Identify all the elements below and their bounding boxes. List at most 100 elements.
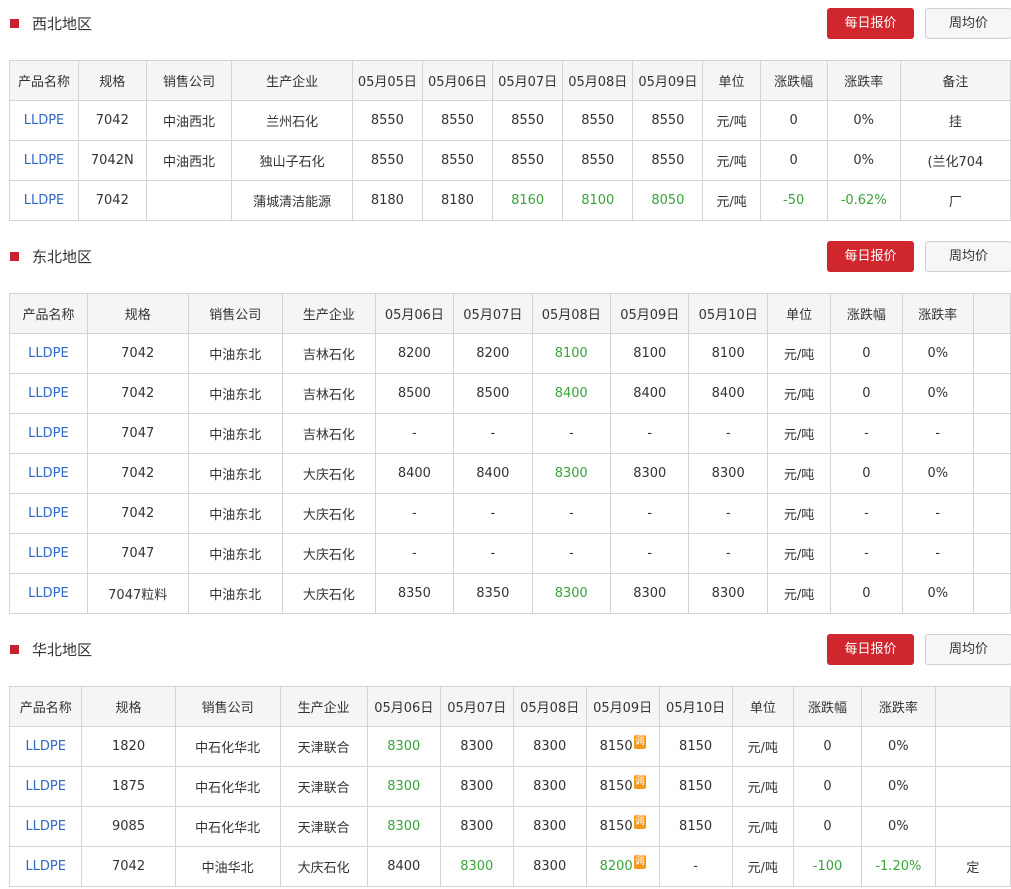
cell-value: -50 (783, 193, 805, 208)
table-cell: 0 (759, 100, 828, 141)
cell-value: - (725, 546, 731, 561)
table-cell: 8150 调 (585, 766, 660, 807)
table-cell: 天津联合 (279, 766, 368, 807)
cell-value: 7047粒料 (108, 588, 168, 603)
cell-value: LLDPE (28, 386, 69, 401)
table-cell: 0% (860, 726, 936, 767)
product-link[interactable]: LLDPE (8, 806, 83, 847)
table-cell (972, 493, 1011, 534)
cell-value: 8300 (387, 779, 421, 794)
product-link[interactable]: LLDPE (8, 766, 83, 807)
section-header: 东北地区 每日报价 周均价 (0, 233, 1011, 272)
cell-value: 0% (927, 346, 949, 361)
table-row: LLDPE 7042 中油西北 兰州石化 8550 8550 8550 8550 8550 元/吨… (8, 100, 1011, 141)
weekly-average-button[interactable]: 周均价 (925, 634, 1011, 665)
table-cell: 元/吨 (766, 533, 832, 574)
cell-value: LLDPE (25, 779, 66, 794)
cell-value: (兰化704 (927, 155, 984, 170)
adjust-badge-icon[interactable]: 调 (633, 815, 646, 829)
table-cell: 8100 (562, 180, 634, 221)
cell-value: - (725, 506, 731, 521)
cell-value: 8550 (651, 153, 685, 168)
product-link[interactable]: LLDPE (8, 726, 83, 767)
cell-value: 1820 (112, 739, 146, 754)
product-link[interactable]: LLDPE (8, 100, 80, 141)
cell-value: 7042 (112, 859, 146, 874)
product-link[interactable]: LLDPE (8, 180, 80, 221)
cell-value: LLDPE (28, 586, 69, 601)
table-cell: 元/吨 (731, 726, 795, 767)
cell-value: LLDPE (25, 819, 66, 834)
cell-value: 8150 (679, 739, 713, 754)
cell-value: 天津联合 (297, 741, 350, 756)
adjust-badge-icon[interactable]: 调 (633, 735, 646, 749)
cell-value: 7042 (121, 466, 155, 481)
daily-price-button[interactable]: 每日报价 (827, 241, 914, 272)
column-header (972, 293, 1011, 334)
cell-value: 大庆石化 (297, 861, 350, 876)
cell-value: - (693, 859, 698, 874)
table-cell: 蒲城清洁能源 (231, 180, 353, 221)
cell-value: 大庆石化 (302, 548, 355, 563)
product-link[interactable]: LLDPE (9, 333, 88, 374)
table-cell: 元/吨 (731, 806, 795, 847)
table-cell: - (610, 533, 690, 574)
table-cell: - (531, 493, 612, 534)
cell-value: 8150 (599, 779, 633, 794)
cell-value: 8500 (397, 386, 431, 401)
table-cell: 中油华北 (174, 846, 281, 887)
section-northwest: 西北地区 每日报价 周均价 产品名称 规格 销售公司 生产企业 05月05日 05月06日… (0, 0, 1011, 221)
adjust-badge-icon[interactable]: 调 (633, 855, 646, 869)
table-cell: 8400 (366, 846, 441, 887)
cell-value: 大庆石化 (302, 588, 355, 603)
table-cell: 7042 (78, 180, 147, 221)
table-cell: 8550 (351, 100, 423, 141)
product-link[interactable]: LLDPE (9, 453, 88, 494)
table-cell (934, 766, 1011, 807)
section-northeast: 东北地区 每日报价 周均价 产品名称 规格 销售公司 生产企业 05月06日 05月07日… (0, 233, 1011, 614)
cell-value: 0% (888, 739, 909, 754)
weekly-average-button[interactable]: 周均价 (925, 241, 1011, 272)
table-cell: 元/吨 (766, 373, 832, 414)
cell-value: -1.20% (875, 859, 922, 874)
daily-price-button[interactable]: 每日报价 (827, 8, 914, 39)
product-link[interactable]: LLDPE (9, 573, 88, 614)
table-cell: 8550 (562, 100, 634, 141)
cell-value: 挂 (948, 115, 962, 130)
table-cell: 8500 (374, 373, 455, 414)
section-title: 华北地区 (32, 641, 93, 659)
table-cell (972, 413, 1011, 454)
product-link[interactable]: LLDPE (8, 846, 83, 887)
product-link[interactable]: LLDPE (9, 493, 88, 534)
product-link[interactable]: LLDPE (9, 373, 88, 414)
table-cell: - (610, 413, 690, 454)
daily-price-button[interactable]: 每日报价 (827, 634, 914, 665)
cell-value: 8550 (370, 153, 404, 168)
cell-value: 8300 (387, 739, 421, 754)
table-cell: 元/吨 (766, 413, 832, 454)
adjust-badge-icon[interactable]: 调 (633, 775, 646, 789)
section-marker (10, 252, 19, 261)
weekly-average-button[interactable]: 周均价 (925, 8, 1011, 39)
table-cell: - (830, 493, 903, 534)
cell-value: 中油东北 (209, 388, 262, 403)
column-header: 05月09日 (585, 686, 660, 727)
cell-value: 蒲城清洁能源 (253, 195, 332, 210)
table-cell: 8100 (531, 333, 612, 374)
table-cell: 8400 (531, 373, 612, 414)
cell-value: 8300 (533, 779, 567, 794)
cell-value: 中油东北 (209, 348, 262, 363)
column-header: 05月07日 (492, 60, 564, 101)
table-cell: 8200 (374, 333, 455, 374)
product-link[interactable]: LLDPE (9, 413, 88, 454)
table-row: LLDPE 7047 中油东北 吉林石化 - - - - - 元/吨 - - (9, 413, 1011, 454)
table-cell: 定 (934, 846, 1011, 887)
product-link[interactable]: LLDPE (8, 140, 80, 181)
column-header: 涨跌率 (860, 686, 936, 727)
table-cell: 中石化华北 (174, 726, 281, 767)
table-cell: 8100 (688, 333, 768, 374)
product-link[interactable]: LLDPE (9, 533, 88, 574)
cell-value: LLDPE (28, 546, 69, 561)
section-title: 东北地区 (32, 248, 93, 266)
table-cell (145, 180, 233, 221)
